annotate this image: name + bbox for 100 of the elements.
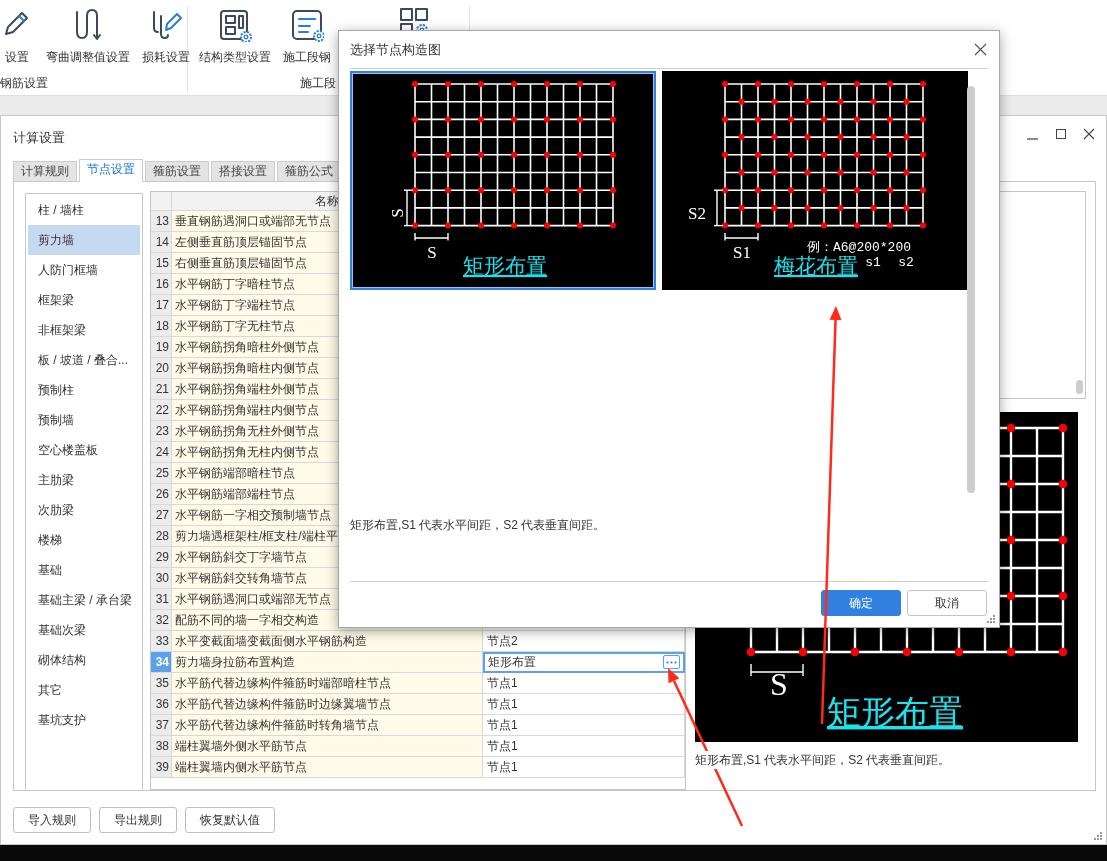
row-number: 13 [151, 211, 172, 232]
category-item[interactable]: 基础次梁 [28, 615, 140, 645]
tab[interactable]: 计算规则 [13, 161, 77, 181]
rule-button[interactable]: 导出规则 [99, 807, 177, 833]
row-number: 20 [151, 358, 172, 379]
close-icon [974, 43, 987, 56]
row-number: 33 [151, 631, 172, 652]
row-number: 16 [151, 274, 172, 295]
dimension-line [724, 232, 759, 242]
dimension-label: S [387, 208, 407, 218]
table-cell: 矩形布置 [483, 652, 685, 673]
table-cell: 水平筋代替边缘构件箍筋时转角墙节点 [172, 715, 483, 736]
category-item[interactable]: 预制墙 [28, 405, 140, 435]
ellipsis-icon [666, 660, 677, 664]
category-item[interactable]: 剪力墙 [28, 225, 140, 255]
category-item[interactable]: 基坑支护 [28, 705, 140, 735]
table-cell: 节点2 [483, 631, 685, 652]
rule-button[interactable]: 恢复默认值 [185, 807, 275, 833]
table-cell: 节点1 [483, 736, 685, 757]
dimension-line [713, 189, 724, 227]
dimension-label: S [770, 666, 788, 702]
row-number: 29 [151, 547, 172, 568]
group-label: 钢筋设置 [0, 75, 48, 92]
cancel-button[interactable]: 取消 [907, 590, 987, 616]
row-number: 27 [151, 505, 172, 526]
category-item[interactable]: 主肋梁 [28, 465, 140, 495]
row-number: 36 [151, 694, 172, 715]
category-item[interactable]: 人防门框墙 [28, 255, 140, 285]
toolbar-label[interactable]: 弯曲调整值设置 [46, 48, 130, 66]
table-cell: 剪力墙身拉筋布置构造 [172, 652, 483, 673]
row-number: 26 [151, 484, 172, 505]
row-number: 35 [151, 673, 172, 694]
table-cell: 水平变截面墙变截面侧水平钢筋构造 [172, 631, 483, 652]
layout-gear-icon [218, 8, 252, 42]
category-item[interactable]: 板 / 坡道 / 叠合... [28, 345, 140, 375]
category-item[interactable]: 基础 [28, 555, 140, 585]
caption-text: 矩形布置 [827, 694, 963, 731]
scrollbar-thumb[interactable] [1076, 380, 1083, 394]
table-cell: 端柱翼墙外侧水平筋节点 [172, 736, 483, 757]
resize-grip-icon [1093, 831, 1103, 841]
category-item[interactable]: 柱 / 墙柱 [28, 195, 140, 225]
group-label: 施工段 [299, 75, 336, 92]
tab[interactable]: 节点设置 [79, 159, 143, 182]
toolbar-label[interactable]: 损耗设置 [142, 48, 190, 66]
table-cell: 节点1 [483, 715, 685, 736]
example-text: 例：A6@200*200 [807, 240, 911, 255]
dialog-title: 选择节点构造图 [350, 40, 441, 59]
row-number: 28 [151, 526, 172, 547]
table-cell: 节点1 [483, 694, 685, 715]
example-mark: s2 [898, 255, 914, 270]
toolbar-label[interactable]: 施工段钢 [283, 48, 331, 66]
resize-grip-icon [986, 614, 996, 624]
example-mark: s1 [865, 255, 881, 270]
dimension-line [414, 232, 449, 242]
category-item[interactable]: 框架梁 [28, 285, 140, 315]
row-number: 23 [151, 421, 172, 442]
toolbar-label[interactable]: 结构类型设置 [199, 48, 271, 66]
row-number: 30 [151, 568, 172, 589]
tab[interactable]: 箍筋设置 [145, 161, 209, 181]
category-item[interactable]: 非框架梁 [28, 315, 140, 345]
table-cell: 水平筋代替边缘构件箍筋时边缘翼墙节点 [172, 694, 483, 715]
row-number: 25 [151, 463, 172, 484]
row-number: 34 [151, 652, 172, 673]
category-item[interactable]: 预制柱 [28, 375, 140, 405]
window-title: 计算设置 [13, 128, 65, 147]
category-item[interactable]: 空心楼盖板 [28, 435, 140, 465]
category-item[interactable]: 砌体结构 [28, 645, 140, 675]
row-number: 21 [151, 379, 172, 400]
table-cell: 水平筋代替边缘构件箍筋时端部暗柱节点 [172, 673, 483, 694]
maximize-icon [1055, 128, 1067, 140]
more-button[interactable] [663, 655, 680, 669]
row-number: 17 [151, 295, 172, 316]
layout-option[interactable]: S2 S1 例：A6@200*200 梅花布置 s1 s2 [662, 71, 968, 290]
rule-button[interactable]: 导入规则 [13, 807, 91, 833]
row-number: 38 [151, 736, 172, 757]
row-number: 32 [151, 610, 172, 631]
row-number: 18 [151, 316, 172, 337]
dimension-label: S1 [733, 243, 751, 262]
table-cell: 节点1 [483, 757, 685, 778]
toolbar-label[interactable]: 设置 [5, 48, 29, 66]
minimize-icon [1027, 138, 1038, 140]
category-item[interactable]: 基础主梁 / 承台梁 [28, 585, 140, 615]
row-number: 24 [151, 442, 172, 463]
category-item[interactable]: 楼梯 [28, 525, 140, 555]
tab[interactable]: 箍筋公式 [277, 161, 341, 181]
ok-button[interactable]: 确定 [821, 590, 901, 616]
row-number: 37 [151, 715, 172, 736]
row-number: 14 [151, 232, 172, 253]
tab[interactable]: 搭接设置 [211, 161, 275, 181]
category-item[interactable]: 其它 [28, 675, 140, 705]
dimension-line [403, 189, 414, 227]
row-number: 31 [151, 589, 172, 610]
row-number: 22 [151, 400, 172, 421]
scrollbar-thumb[interactable] [967, 86, 975, 493]
close-icon [1083, 128, 1095, 140]
row-number: 15 [151, 253, 172, 274]
dimension-label: S2 [688, 204, 706, 223]
row-number: 19 [151, 337, 172, 358]
category-item[interactable]: 次肋梁 [28, 495, 140, 525]
layout-option[interactable]: S S 矩形布置 [350, 71, 656, 290]
